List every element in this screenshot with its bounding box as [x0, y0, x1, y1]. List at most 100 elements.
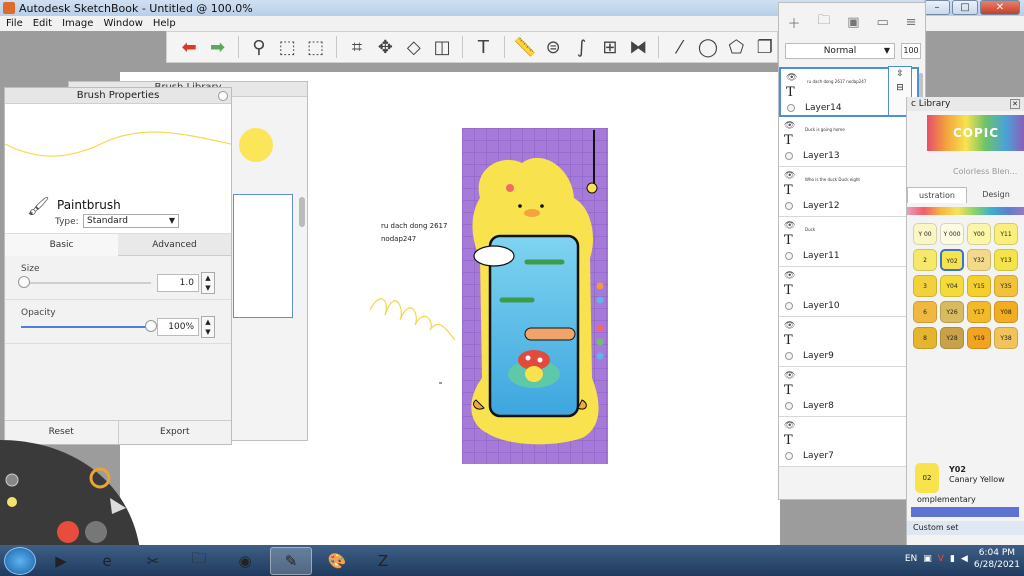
colorless-blender[interactable]: Colorless Blen...: [953, 167, 1017, 176]
copic-swatch[interactable]: 2: [913, 249, 937, 271]
redo-lagoon-icon[interactable]: [86, 523, 110, 545]
transform-icon[interactable]: ✥: [373, 34, 397, 60]
layer-dot[interactable]: [785, 202, 793, 210]
copy-icon[interactable]: ❐: [753, 34, 777, 60]
eye-icon[interactable]: 👁: [784, 221, 795, 231]
tray-icon[interactable]: ▣: [923, 554, 932, 564]
eye-icon[interactable]: 👁: [784, 321, 795, 331]
eye-icon[interactable]: 👁: [784, 371, 795, 381]
copic-swatch[interactable]: Y 000: [940, 223, 964, 245]
undo-lagoon-icon[interactable]: [57, 523, 81, 545]
copic-swatch[interactable]: 3: [913, 275, 937, 297]
copic-swatch[interactable]: Y04: [940, 275, 964, 297]
language-indicator[interactable]: EN: [905, 554, 917, 564]
opacity-stepper[interactable]: ▲ ▼: [201, 316, 215, 338]
eye-icon[interactable]: 👁: [784, 121, 795, 131]
copic-color-strip[interactable]: [907, 207, 1024, 215]
brush-type-select[interactable]: Standard ▼: [83, 214, 179, 228]
add-image-icon[interactable]: ▣: [847, 15, 859, 30]
opacity-slider-track[interactable]: [21, 326, 151, 328]
size-value-field[interactable]: 1.0: [157, 274, 199, 292]
copic-swatch[interactable]: Y17: [967, 301, 991, 323]
copic-swatch[interactable]: Y 00: [913, 223, 937, 245]
layer-dot[interactable]: [785, 152, 793, 160]
layers-lagoon-icon[interactable]: [126, 520, 146, 540]
copic-swatch[interactable]: Y35: [994, 275, 1018, 297]
close-icon[interactable]: [218, 91, 228, 101]
maximize-button[interactable]: □: [952, 0, 978, 15]
close-button[interactable]: ✕: [980, 0, 1020, 15]
brush-library-scrollbar[interactable]: [299, 197, 305, 227]
text-icon[interactable]: T: [471, 34, 495, 60]
tab-advanced[interactable]: Advanced: [118, 234, 231, 256]
layer-row[interactable]: 👁 T Layer8: [779, 367, 919, 417]
menu-edit[interactable]: Edit: [33, 18, 52, 29]
eye-icon[interactable]: 👁: [786, 73, 797, 83]
copic-swatch[interactable]: Y26: [940, 301, 964, 323]
crop-icon[interactable]: ⌗: [345, 34, 369, 60]
sketchbook-icon[interactable]: ✎: [270, 546, 312, 575]
french-curve-icon[interactable]: ∫: [569, 34, 593, 60]
layer-row[interactable]: 👁 T Layer7: [779, 417, 919, 467]
internet-explorer-icon[interactable]: e: [86, 547, 128, 575]
size-stepper[interactable]: ▲ ▼: [201, 272, 215, 294]
symmetry-icon[interactable]: ⧓: [626, 34, 650, 60]
tab-design[interactable]: Design: [967, 187, 1024, 203]
blend-mode-select[interactable]: Normal ▼: [785, 43, 895, 59]
media-player-icon[interactable]: ▶: [40, 547, 82, 575]
volume-icon[interactable]: ◀: [961, 554, 968, 564]
circle-icon[interactable]: ◯: [696, 34, 720, 60]
copic-swatch[interactable]: Y38: [994, 327, 1018, 349]
layer-row[interactable]: 👁 T Duck Layer11: [779, 217, 919, 267]
opacity-value-field[interactable]: 100%: [157, 318, 199, 336]
close-icon[interactable]: ✕: [1010, 99, 1020, 109]
add-layer-icon[interactable]: ＋: [787, 13, 800, 32]
menu-help[interactable]: Help: [153, 18, 176, 29]
add-folder-icon[interactable]: 🗀: [817, 11, 830, 33]
delete-layer-icon[interactable]: ▭: [876, 15, 888, 30]
copic-swatch[interactable]: Y13: [994, 249, 1018, 271]
select-icon[interactable]: ⬚: [275, 34, 299, 60]
menu-image[interactable]: Image: [62, 18, 93, 29]
snipping-tool-icon[interactable]: ✂: [132, 547, 174, 575]
layer-row[interactable]: 👁 T Layer9: [779, 317, 919, 367]
menu-file[interactable]: File: [6, 18, 23, 29]
layer-row[interactable]: 👁 T Duck is going home Layer13: [779, 117, 919, 167]
ellipse-guide-icon[interactable]: ⊜: [541, 34, 565, 60]
layer-dot[interactable]: [785, 252, 793, 260]
ruler-icon[interactable]: 📏: [513, 34, 537, 60]
menu-window[interactable]: Window: [103, 18, 142, 29]
start-button[interactable]: [4, 546, 36, 575]
layer-dot[interactable]: [785, 302, 793, 310]
copic-swatch[interactable]: Y00: [967, 223, 991, 245]
color-wheel-icon[interactable]: [90, 468, 112, 490]
network-icon[interactable]: ▮: [950, 554, 955, 564]
zoom-icon[interactable]: ⚲: [247, 34, 271, 60]
clock[interactable]: 6:04 PM 6/28/2021: [974, 547, 1020, 571]
line-icon[interactable]: ⁄: [667, 34, 691, 60]
undo-icon[interactable]: ⬅: [177, 34, 201, 60]
layer-opacity-field[interactable]: 100: [901, 43, 921, 59]
brush-library-selected-brush[interactable]: [233, 194, 293, 318]
layer-dot[interactable]: [785, 352, 793, 360]
file-explorer-icon[interactable]: 🗀: [178, 547, 220, 575]
eye-icon[interactable]: 👁: [784, 171, 795, 181]
minimize-button[interactable]: –: [924, 0, 950, 15]
zalo-icon[interactable]: Z: [362, 547, 404, 575]
select-red-icon[interactable]: ⬚: [303, 34, 327, 60]
layer-menu-icon[interactable]: ≡: [906, 15, 917, 30]
layer-row[interactable]: 👁 T Layer10: [779, 267, 919, 317]
layer-dot[interactable]: [785, 452, 793, 460]
copic-swatch[interactable]: Y32: [967, 249, 991, 271]
copic-swatch[interactable]: Y02: [940, 249, 964, 271]
copic-swatch[interactable]: Y28: [940, 327, 964, 349]
layer-reorder-icon[interactable]: ⇳: [889, 67, 911, 81]
layer-row[interactable]: 👁 T Who is the duck Duck eight Layer12: [779, 167, 919, 217]
fill-icon[interactable]: ◫: [430, 34, 454, 60]
copic-swatch[interactable]: Y08: [994, 301, 1018, 323]
eye-icon[interactable]: 👁: [784, 271, 795, 281]
eye-icon[interactable]: 👁: [784, 421, 795, 431]
copic-swatch[interactable]: 6: [913, 301, 937, 323]
tab-illustration[interactable]: ustration: [907, 187, 967, 203]
tab-basic[interactable]: Basic: [5, 234, 118, 256]
